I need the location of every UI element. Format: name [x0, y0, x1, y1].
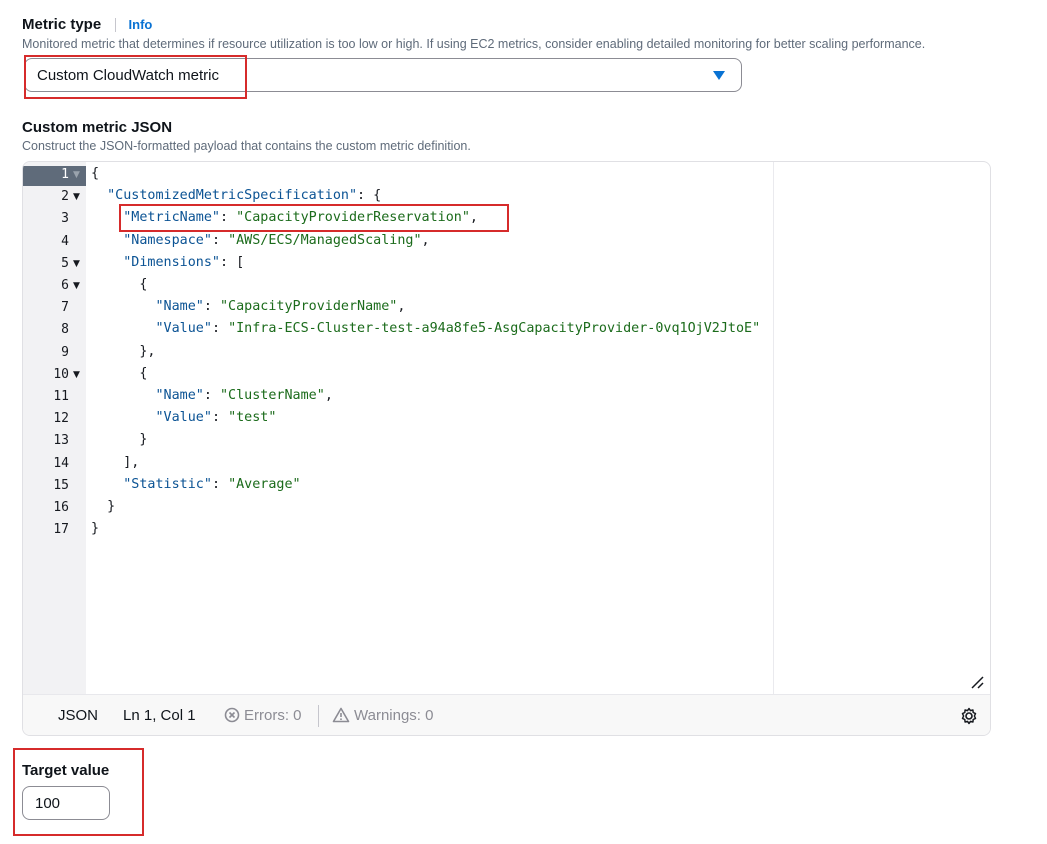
metric-type-select[interactable]: Custom CloudWatch metric	[24, 58, 742, 92]
target-value-input[interactable]	[22, 786, 110, 820]
code-line: "Value": "Infra-ECS-Cluster-test-a94a8fe…	[155, 321, 761, 337]
line-number: 8	[61, 322, 69, 338]
line-number: 7	[61, 300, 69, 316]
fold-toggle-icon[interactable]: ▼	[73, 259, 80, 269]
custom-metric-json-description: Construct the JSON-formatted payload tha…	[22, 139, 471, 153]
line-number: 14	[53, 455, 69, 471]
custom-metric-json-label: Custom metric JSON	[22, 119, 173, 136]
fold-toggle-icon[interactable]: ▼	[73, 370, 80, 380]
code-line: ],	[91, 454, 140, 470]
line-number: 2	[61, 189, 69, 205]
code-line: {	[91, 365, 148, 381]
code-line: "Statistic": "Average"	[123, 476, 301, 492]
metric-type-description: Monitored metric that determines if reso…	[22, 37, 926, 51]
code-line: }	[91, 499, 116, 514]
status-divider	[318, 705, 319, 727]
error-circle-icon	[224, 707, 240, 723]
info-divider	[115, 18, 117, 33]
code-line: "MetricName": "CapacityProviderReservati…	[123, 210, 478, 226]
language-mode[interactable]: JSON	[58, 707, 98, 724]
editor-gutter: 1 ▼ 2 ▼ 3 4 5 ▼ 6 ▼ 7 8 9 10 ▼ 11 12 13 14 15 16 17	[23, 162, 86, 694]
line-number: 9	[61, 344, 69, 360]
code-line: "Name": "ClusterName",	[155, 388, 333, 403]
caret-down-icon	[713, 71, 725, 80]
fold-toggle-icon[interactable]: ▼	[73, 281, 80, 291]
line-number: 3	[61, 211, 69, 227]
code-line: "Dimensions": [	[123, 254, 245, 270]
line-number: 15	[53, 477, 69, 493]
target-value-label: Target value	[22, 762, 110, 779]
metric-type-header: Metric type Info	[22, 16, 152, 33]
print-margin	[773, 162, 774, 694]
code-line: }	[91, 521, 100, 537]
code-line: },	[91, 343, 156, 359]
line-number: 17	[53, 522, 69, 538]
cursor-position: Ln 1, Col 1	[123, 707, 196, 724]
line-number: 11	[53, 389, 69, 404]
json-code-editor[interactable]: 1 ▼ 2 ▼ 3 4 5 ▼ 6 ▼ 7 8 9 10 ▼ 11 12 13 14 15 16 17 { "Custom…	[22, 161, 991, 736]
code-line: "Name": "CapacityProviderName",	[155, 299, 406, 315]
code-line: "CustomizedMetricSpecification": {	[107, 188, 382, 204]
line-number: 6	[61, 278, 69, 293]
line-number: 4	[61, 233, 69, 249]
line-number: 13	[53, 433, 69, 449]
metric-type-info-link[interactable]: Info	[129, 17, 153, 32]
code-line: }	[91, 432, 148, 448]
settings-gear-icon[interactable]	[960, 707, 978, 725]
errors-count: Errors: 0	[244, 707, 302, 724]
line-number: 16	[53, 500, 69, 515]
line-number: 10	[53, 366, 69, 382]
code-line: "Value": "test"	[155, 410, 277, 426]
code-line: {	[91, 277, 148, 292]
line-number: 5	[61, 255, 69, 271]
code-line: "Namespace": "AWS/ECS/ManagedScaling",	[123, 232, 430, 248]
editor-status-bar: JSON Ln 1, Col 1 Errors: 0 Warnings: 0	[23, 694, 990, 735]
warnings-count: Warnings: 0	[354, 707, 434, 724]
metric-type-label: Metric type	[22, 16, 102, 33]
metric-type-selected-value: Custom CloudWatch metric	[37, 67, 219, 84]
resize-handle-icon[interactable]	[970, 675, 984, 689]
code-line: {	[91, 166, 100, 181]
fold-toggle-icon[interactable]: ▼	[73, 192, 80, 202]
fold-toggle-icon[interactable]: ▼	[73, 170, 80, 180]
warning-triangle-icon	[332, 707, 350, 723]
warnings-tab[interactable]: Warnings: 0	[332, 707, 433, 724]
line-number: 12	[53, 411, 69, 427]
line-number: 1	[61, 167, 69, 182]
errors-tab[interactable]: Errors: 0	[224, 707, 302, 724]
